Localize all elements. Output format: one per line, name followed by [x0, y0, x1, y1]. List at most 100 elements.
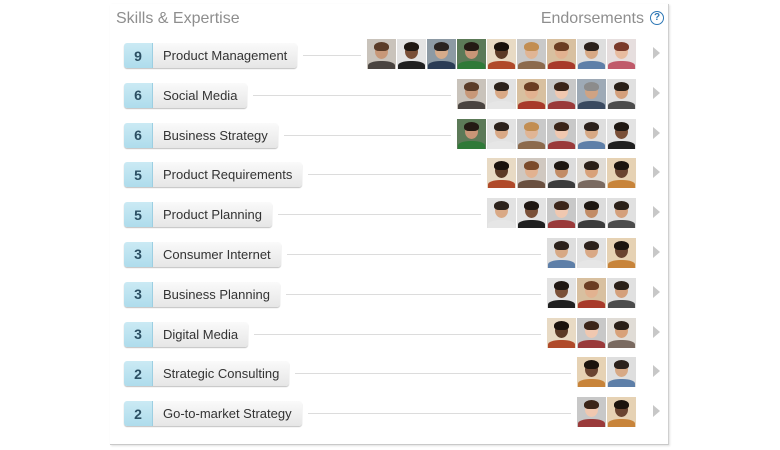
- skill-row[interactable]: 6 Business Strategy: [110, 114, 668, 154]
- endorser-avatar[interactable]: [517, 198, 546, 229]
- skill-name[interactable]: Business Strategy: [153, 122, 278, 148]
- skill-pill[interactable]: 3 Consumer Internet: [124, 241, 281, 267]
- chevron-right-icon[interactable]: [653, 325, 660, 338]
- skill-name[interactable]: Social Media: [153, 82, 248, 108]
- chevron-right-icon[interactable]: [653, 166, 660, 179]
- avatar-hair: [584, 320, 599, 330]
- endorser-avatar[interactable]: [607, 317, 636, 348]
- endorser-avatar[interactable]: [547, 78, 576, 109]
- endorser-avatar[interactable]: [457, 78, 486, 109]
- endorser-avatar[interactable]: [607, 277, 636, 308]
- skill-name[interactable]: Product Planning: [153, 202, 273, 228]
- skill-pill[interactable]: 3 Digital Media: [124, 321, 249, 347]
- endorsement-count[interactable]: 6: [124, 82, 153, 108]
- skill-name[interactable]: Digital Media: [153, 321, 249, 347]
- skill-pill[interactable]: 5 Product Planning: [124, 202, 273, 228]
- endorser-avatar[interactable]: [487, 158, 516, 189]
- chevron-right-icon[interactable]: [653, 126, 660, 139]
- endorser-avatar[interactable]: [547, 158, 576, 189]
- skill-name[interactable]: Strategic Consulting: [153, 361, 290, 387]
- endorser-avatar[interactable]: [517, 39, 546, 69]
- endorser-avatar[interactable]: [577, 277, 606, 308]
- endorser-avatar[interactable]: [607, 78, 636, 109]
- skill-row[interactable]: 2 Go-to-market Strategy: [110, 392, 668, 432]
- endorser-avatar[interactable]: [577, 78, 606, 109]
- endorser-avatar[interactable]: [607, 237, 636, 268]
- endorser-avatar[interactable]: [517, 118, 546, 149]
- skill-pill[interactable]: 5 Product Requirements: [124, 162, 303, 188]
- endorser-avatar[interactable]: [577, 118, 606, 149]
- endorser-avatar[interactable]: [487, 198, 516, 229]
- endorser-avatar[interactable]: [427, 39, 456, 69]
- endorsement-count[interactable]: 6: [124, 122, 153, 148]
- endorsement-count[interactable]: 5: [124, 162, 153, 188]
- endorser-avatar[interactable]: [577, 39, 606, 69]
- endorser-avatar[interactable]: [457, 39, 486, 69]
- endorser-avatar[interactable]: [577, 357, 606, 388]
- endorser-avatar[interactable]: [517, 78, 546, 109]
- endorser-avatar[interactable]: [577, 317, 606, 348]
- skill-name[interactable]: Product Requirements: [153, 162, 303, 188]
- endorser-avatar[interactable]: [367, 39, 396, 69]
- endorser-avatar[interactable]: [487, 78, 516, 109]
- skill-name[interactable]: Consumer Internet: [153, 241, 281, 267]
- chevron-right-icon[interactable]: [653, 86, 660, 99]
- skill-pill[interactable]: 3 Business Planning: [124, 281, 280, 307]
- endorser-avatar[interactable]: [577, 158, 606, 189]
- endorser-avatar[interactable]: [577, 198, 606, 229]
- endorser-avatar[interactable]: [547, 237, 576, 268]
- skill-row[interactable]: 3 Business Planning: [110, 273, 668, 313]
- endorsement-count[interactable]: 3: [124, 281, 153, 307]
- endorser-avatar[interactable]: [607, 118, 636, 149]
- skill-pill[interactable]: 6 Business Strategy: [124, 122, 278, 148]
- endorser-avatar[interactable]: [397, 39, 426, 69]
- chevron-right-icon[interactable]: [653, 365, 660, 378]
- endorser-avatar[interactable]: [487, 39, 516, 69]
- skill-row[interactable]: 5 Product Planning: [110, 193, 668, 233]
- skill-pill[interactable]: 2 Go-to-market Strategy: [124, 401, 302, 427]
- skill-row[interactable]: 9 Product Management: [110, 34, 668, 74]
- skill-name[interactable]: Go-to-market Strategy: [153, 401, 302, 427]
- skill-pill[interactable]: 9 Product Management: [124, 43, 298, 68]
- chevron-right-icon[interactable]: [653, 47, 660, 59]
- endorser-avatar[interactable]: [547, 118, 576, 149]
- skill-name[interactable]: Product Management: [153, 43, 298, 68]
- endorser-avatar[interactable]: [547, 39, 576, 69]
- endorser-avatar[interactable]: [577, 397, 606, 428]
- endorser-avatar[interactable]: [607, 397, 636, 428]
- chevron-right-icon[interactable]: [653, 206, 660, 219]
- skill-row[interactable]: 6 Social Media: [110, 74, 668, 114]
- endorser-avatar[interactable]: [547, 317, 576, 348]
- endorser-avatar[interactable]: [607, 158, 636, 189]
- endorsement-count[interactable]: 5: [124, 202, 153, 228]
- chevron-right-icon[interactable]: [653, 245, 660, 258]
- chevron-right-icon[interactable]: [653, 285, 660, 298]
- endorsement-count[interactable]: 2: [124, 361, 153, 387]
- endorser-avatar[interactable]: [487, 118, 516, 149]
- endorser-avatar[interactable]: [547, 277, 576, 308]
- skill-pill[interactable]: 6 Social Media: [124, 82, 248, 108]
- skill-row[interactable]: 2 Strategic Consulting: [110, 352, 668, 392]
- avatar-hair: [494, 81, 509, 91]
- skill-pill[interactable]: 2 Strategic Consulting: [124, 361, 290, 387]
- skill-row[interactable]: 5 Product Requirements: [110, 153, 668, 193]
- skill-row[interactable]: 3 Digital Media: [110, 313, 668, 353]
- skill-name[interactable]: Business Planning: [153, 281, 280, 307]
- avatar-shoulders: [428, 61, 455, 69]
- endorser-avatar[interactable]: [457, 118, 486, 149]
- endorser-avatar[interactable]: [607, 39, 636, 69]
- avatar-hair: [554, 320, 569, 330]
- help-icon[interactable]: ?: [650, 11, 664, 25]
- endorsement-count[interactable]: 3: [124, 321, 153, 347]
- endorsement-count[interactable]: 3: [124, 241, 153, 267]
- endorser-avatar[interactable]: [577, 237, 606, 268]
- avatar-shoulders: [518, 61, 545, 69]
- endorser-avatar[interactable]: [607, 357, 636, 388]
- endorser-avatar[interactable]: [607, 198, 636, 229]
- chevron-right-icon[interactable]: [653, 405, 660, 418]
- endorsement-count[interactable]: 2: [124, 401, 153, 427]
- endorser-avatar[interactable]: [547, 198, 576, 229]
- endorser-avatar[interactable]: [517, 158, 546, 189]
- endorsement-count[interactable]: 9: [124, 43, 153, 68]
- skill-row[interactable]: 3 Consumer Internet: [110, 233, 668, 273]
